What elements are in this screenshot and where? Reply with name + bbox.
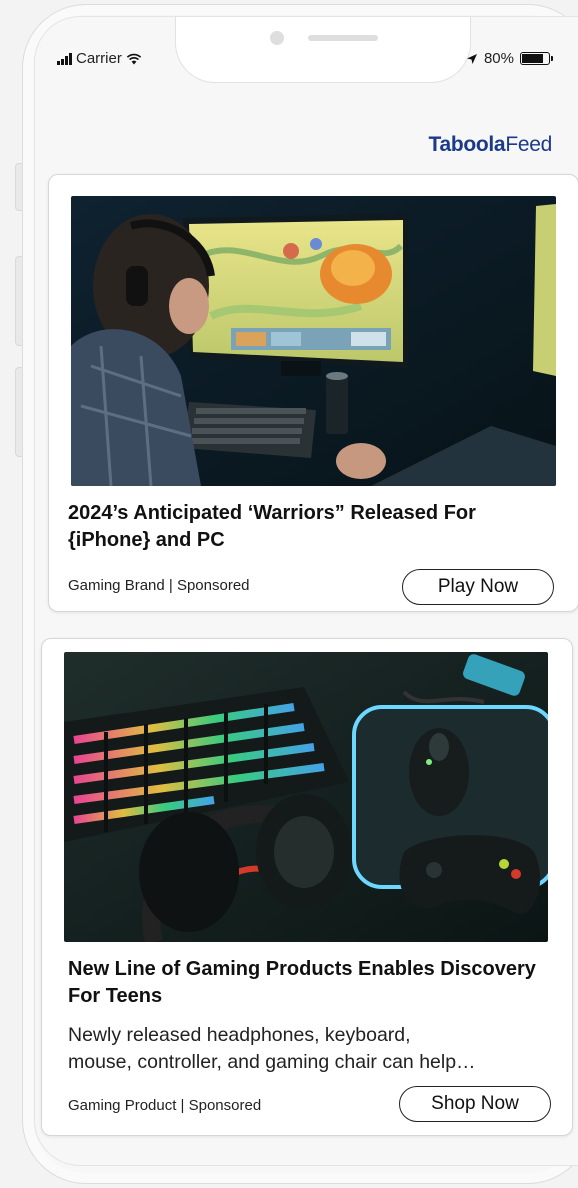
phone-screen: Carrier 80% TaboolaFeed 2024’s Anticipat…	[34, 16, 578, 1166]
gaming-setup-photo[interactable]	[71, 196, 556, 486]
battery-percent: 80%	[483, 50, 514, 67]
card-headline[interactable]: 2024’s Anticipated ‘Warriors” Released F…	[68, 500, 558, 554]
shop-now-button[interactable]: Shop Now	[399, 1086, 551, 1122]
status-bar: Carrier 80%	[35, 17, 578, 97]
carrier-status: Carrier	[57, 50, 142, 67]
location-arrow-icon	[466, 53, 477, 64]
card-description: Newly released headphones, keyboard, mou…	[68, 1022, 552, 1076]
battery-icon	[520, 52, 553, 65]
play-now-button[interactable]: Play Now	[402, 569, 554, 605]
sponsor-label: Gaming Product | Sponsored	[68, 1097, 262, 1114]
battery-fill	[522, 54, 543, 63]
sponsored-card-2[interactable]: New Line of Gaming Products Enables Disc…	[41, 638, 573, 1136]
brand-logo-part1: Taboola	[428, 133, 506, 156]
taboola-feed-logo: TaboolaFeed	[428, 133, 552, 157]
sponsored-card-1[interactable]: 2024’s Anticipated ‘Warriors” Released F…	[48, 174, 578, 612]
card-description-line-2: mouse, controller, and gaming chair can …	[68, 1051, 476, 1073]
card-description-line-1: Newly released headphones, keyboard,	[68, 1024, 411, 1046]
carrier-label: Carrier	[76, 50, 122, 67]
sponsor-label: Gaming Brand | Sponsored	[68, 577, 250, 594]
signal-bars-icon	[57, 52, 72, 65]
brand-logo-part2: Feed	[505, 133, 552, 156]
right-status: 80%	[466, 50, 553, 67]
wifi-icon	[126, 53, 141, 64]
gaming-peripherals-photo[interactable]	[64, 652, 548, 942]
card-headline[interactable]: New Line of Gaming Products Enables Disc…	[68, 956, 548, 1010]
